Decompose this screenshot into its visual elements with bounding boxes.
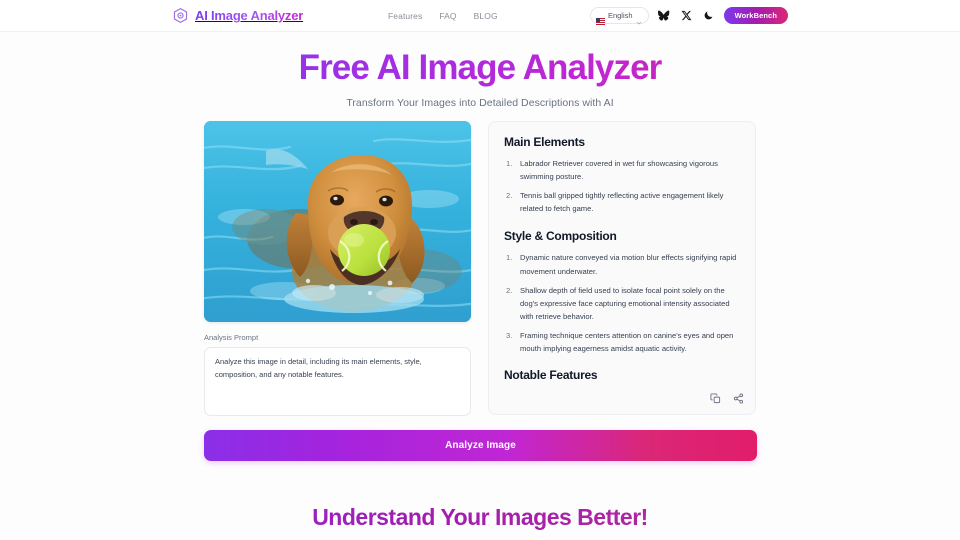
page-title: Free AI Image Analyzer	[0, 47, 960, 88]
x-twitter-icon[interactable]	[680, 9, 693, 22]
analysis-prompt-input[interactable]	[204, 347, 471, 417]
results-section-title-style-composition: Style & Composition	[504, 229, 617, 244]
nav-link-faq[interactable]: FAQ	[439, 11, 456, 21]
language-label: English	[607, 11, 633, 20]
hero-section: Free AI Image Analyzer Transform Your Im…	[0, 32, 960, 109]
chevron-down-icon	[636, 13, 642, 24]
nav-link-features[interactable]: Features	[388, 11, 422, 21]
list-item: Framing technique centers attention on c…	[506, 329, 734, 353]
results-list-main-elements: Labrador Retriever covered in wet fur sh…	[504, 157, 740, 215]
primary-nav: Features FAQ BLOG	[388, 11, 498, 21]
analyze-image-button[interactable]: Analyze Image	[204, 430, 757, 462]
bluesky-butterfly-icon[interactable]	[658, 9, 671, 22]
results-column: Main Elements Labrador Retriever covered…	[488, 121, 756, 416]
workbench-button[interactable]: WorkBench	[723, 7, 788, 24]
moon-dark-mode-icon[interactable]	[702, 9, 715, 22]
uploaded-image-preview[interactable]	[204, 121, 471, 323]
results-section-title-main-elements: Main Elements	[504, 135, 585, 150]
list-item: Labrador Retriever covered in wet fur sh…	[506, 157, 718, 182]
bottom-section-title: Understand Your Images Better!	[0, 504, 960, 531]
us-flag-icon	[595, 12, 605, 25]
hero-subtitle: Transform Your Images into Detailed Desc…	[346, 97, 614, 110]
copy-icon[interactable]	[710, 393, 721, 404]
header-actions: English WorkBench	[589, 7, 788, 25]
analysis-results-panel[interactable]: Main Elements Labrador Retriever covered…	[488, 121, 756, 416]
upload-column: Analysis Prompt	[204, 121, 472, 421]
language-selector[interactable]: English	[589, 7, 649, 25]
bottom-section: Understand Your Images Better!	[0, 461, 960, 531]
brand-name: AI Image Analyzer	[195, 8, 304, 23]
hexagon-logo-icon	[172, 7, 189, 24]
brand-logo-link[interactable]: AI Image Analyzer	[172, 7, 303, 24]
analyze-row: Analyze Image	[0, 421, 960, 462]
site-header: AI Image Analyzer Features FAQ BLOG Engl…	[0, 0, 960, 32]
list-item: Dynamic nature conveyed via motion blur …	[506, 251, 737, 276]
nav-link-blog[interactable]: BLOG	[474, 11, 498, 21]
share-icon[interactable]	[733, 393, 744, 404]
results-panel-actions	[710, 393, 744, 404]
prompt-label: Analysis Prompt	[204, 333, 259, 343]
results-section-title-notable-features: Notable Features	[504, 367, 598, 382]
list-item: Shallow depth of field used to isolate f…	[506, 284, 730, 321]
results-list-style-composition: Dynamic nature conveyed via motion blur …	[504, 251, 740, 354]
list-item: Tennis ball gripped tightly reflecting a…	[506, 189, 724, 214]
analyzer-main: Analysis Prompt Main Elements Labrador R…	[0, 109, 960, 421]
